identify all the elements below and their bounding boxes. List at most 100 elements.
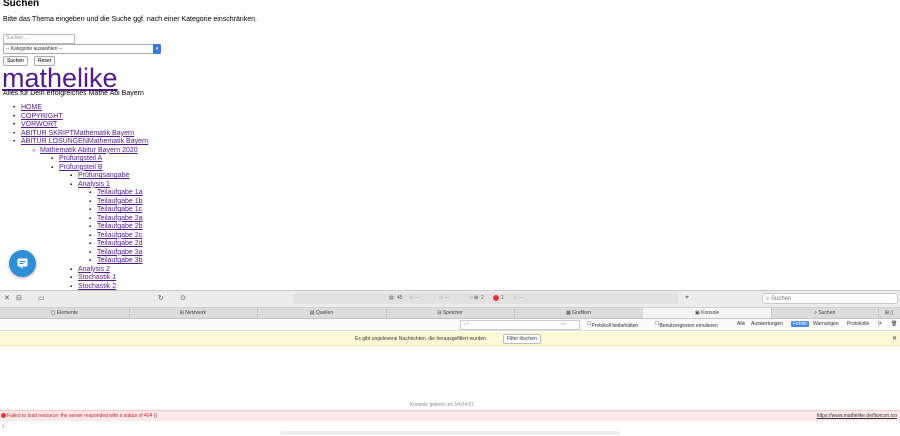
site-logo-link[interactable]: mathelike xyxy=(2,64,118,92)
category-select[interactable]: -- Kategorie auswählen -- ▾ xyxy=(3,44,161,54)
list-bullet: ▪ xyxy=(51,156,54,162)
nav-item: ▪ Teilaufgabe 2b xyxy=(0,223,148,232)
tab-grafiken[interactable]: ▦ Grafiken xyxy=(514,308,644,318)
site-tagline: Alles für Dein erfolgreiches Mathe Abi B… xyxy=(3,90,144,97)
horizontal-scrollbar[interactable] xyxy=(280,431,620,435)
list-bullet: ▪ xyxy=(70,173,73,179)
close-icon[interactable]: ✕ xyxy=(892,335,897,342)
nav-link[interactable]: Prüfungsangabe xyxy=(78,172,129,179)
tab-suchen[interactable]: ⌕ Suchen xyxy=(771,308,879,318)
tab-label: Speicher xyxy=(442,310,463,316)
nav-link[interactable]: Teilaufgabe 1a xyxy=(97,189,143,196)
trash-icon[interactable]: 🗑 xyxy=(891,321,897,327)
nav-link[interactable]: Analysis 2 xyxy=(78,266,110,273)
nav-link[interactable]: Prüfungsteil A xyxy=(59,155,102,162)
error-message: Failed to load resource: the server resp… xyxy=(7,413,158,419)
tab-elemente[interactable]: ▢ Elemente xyxy=(0,308,130,318)
filter-evaluations[interactable]: Auswertungen xyxy=(751,321,783,327)
list-bullet: ▪ xyxy=(89,190,92,196)
list-bullet: ▪ xyxy=(70,266,73,273)
nav-link[interactable]: HOME xyxy=(21,104,42,111)
search-description: Bitte das Thema eingeben und die Suche g… xyxy=(3,16,257,23)
preserve-log-checkbox[interactable]: ☐ Protokoll beibehalten xyxy=(587,321,638,329)
banner-text: Es gibt ungelesene Nachrichten, die hera… xyxy=(355,336,486,342)
split-icon[interactable]: ▭ xyxy=(38,294,45,302)
console-filter-input[interactable]: ⌕▾ ‹ › xyxy=(460,320,580,330)
nav-link[interactable]: Mathematik Abitur Bayern 2020 xyxy=(40,147,138,154)
nav-item: ▪ Teilaufgabe 2c xyxy=(0,232,148,241)
chat-button[interactable] xyxy=(9,250,36,277)
filter-all[interactable]: Alle xyxy=(737,321,745,327)
nav-link[interactable]: Teilaufgabe 1c xyxy=(97,206,142,213)
nav-link[interactable]: Teilaufgabe 3b xyxy=(97,257,143,264)
list-bullet: ▪ xyxy=(70,275,73,281)
error-icon xyxy=(493,295,499,301)
nav-link[interactable]: Teilaufgabe 2a xyxy=(97,215,143,222)
list-bullet: ▪ xyxy=(89,241,92,247)
nav-item: ▪ Teilaufgabe 2a xyxy=(0,215,148,224)
nav-item: • ABITUR SKRIPTMathematik Bayern xyxy=(0,130,148,139)
nav-link[interactable]: VORWORT xyxy=(21,121,57,128)
search-input[interactable]: Suchen ... xyxy=(3,34,75,44)
list-bullet: • xyxy=(13,130,16,137)
list-bullet: • xyxy=(13,105,16,111)
clear-filter-button[interactable]: Filter löschen xyxy=(503,334,541,344)
dock-icon[interactable]: ⊟ xyxy=(16,294,22,302)
close-icon[interactable]: ✕ xyxy=(4,294,10,302)
resource-status-bar: ▤ 45 ⊙ — ⊙ — ⊙ — ⊠ 2 1 ⚠ — xyxy=(293,293,678,304)
category-select-value: -- Kategorie auswählen -- xyxy=(6,46,63,52)
nav-link[interactable]: Teilaufgabe 2b xyxy=(97,223,143,230)
nav-link[interactable]: Analysis 1 xyxy=(78,181,110,188)
nav-link[interactable]: ABITUR SKRIPTMathematik Bayern xyxy=(21,130,134,137)
download-icon[interactable]: ⊙ xyxy=(180,294,186,302)
filter-logs[interactable]: Protokolle xyxy=(847,321,869,327)
nav-link[interactable]: Teilaufgabe 1b xyxy=(97,198,143,205)
list-bullet: • xyxy=(13,122,16,128)
inspector-toolbar: ✕ ⊟ ▭ ↻ ⊙ ▤ 45 ⊙ — ⊙ — ⊙ — ⊠ 2 1 ⚠ — ⌖ ⌕… xyxy=(0,291,900,308)
nav-item: ▪ Teilaufgabe 1a xyxy=(0,189,148,198)
doc-icon: ▤ xyxy=(389,295,394,301)
nav-link[interactable]: Stochastik 2 xyxy=(78,283,116,290)
list-bullet: ▪ xyxy=(89,224,92,230)
nav-item: ▪ Teilaufgabe 1c xyxy=(0,206,148,215)
filter-warnings[interactable]: Warnungen xyxy=(813,321,839,327)
nav-item: ▪ Analysis 1 xyxy=(0,181,148,190)
nav-item: • VORWORT xyxy=(0,121,148,130)
list-bullet: • xyxy=(13,139,16,145)
list-bullet: ▪ xyxy=(89,215,92,222)
list-bullet: ▪ xyxy=(89,207,92,213)
error-source-link[interactable]: https://www.mathelike.de/favicon.ico xyxy=(817,413,897,419)
nav-item: ▪ Prüfungsangabe xyxy=(0,172,148,181)
nav-item: ▪ Stochastik 2 xyxy=(0,283,148,291)
nav-item: ▪ Teilaufgabe 1b xyxy=(0,198,148,207)
nav-link[interactable]: Teilaufgabe 2c xyxy=(97,232,142,239)
inspector-tabs: ▢ Elemente ⊞ Netzwerk ▤ Quellen ⊟ Speicher ▦… xyxy=(0,308,900,319)
tab-label: Quellen xyxy=(315,310,334,316)
nav-item: ▪ Prüfungsteil A xyxy=(0,155,148,164)
emulate-gestures-checkbox[interactable]: ☐ Benutzergesten emulieren xyxy=(655,321,718,329)
nav-link[interactable]: Stochastik 1 xyxy=(78,274,116,281)
nav-link[interactable]: Teilaufgabe 3a xyxy=(97,249,143,256)
console-cleared-message: Konsole geleert um 14:04:57 xyxy=(410,402,474,408)
nav-link[interactable]: ABITUR LÖSUNGENMathematik Bayern xyxy=(21,138,148,145)
target-icon[interactable]: ⌖ xyxy=(685,294,689,302)
refresh-icon[interactable]: ⟳ xyxy=(878,321,882,327)
nav-link[interactable]: COPYRIGHT xyxy=(21,113,63,120)
list-bullet: ▪ xyxy=(70,181,73,188)
tab-konsole[interactable]: ▣ Konsole xyxy=(642,308,773,318)
reload-icon[interactable]: ↻ xyxy=(158,294,164,302)
filter-errors[interactable]: Fehler xyxy=(791,321,810,327)
nav-link[interactable]: Teilaufgabe 2d xyxy=(97,240,143,247)
console-prompt[interactable]: › xyxy=(2,423,4,430)
nav-item: ▪ Prüfungsteil B xyxy=(0,164,148,173)
tab-overflow-icon[interactable]: ⊞ ▯ xyxy=(878,308,900,318)
nav-link[interactable]: Prüfungsteil B xyxy=(59,164,103,171)
tab-netzwerk[interactable]: ⊞ Netzwerk xyxy=(129,308,259,318)
list-bullet: ▪ xyxy=(51,164,54,171)
errors-count: 1 xyxy=(501,295,504,301)
inspector-search-input[interactable]: ⌕ Suchen xyxy=(762,293,898,304)
web-inspector: ✕ ⊟ ▭ ↻ ⊙ ▤ 45 ⊙ — ⊙ — ⊙ — ⊠ 2 1 ⚠ — ⌖ ⌕… xyxy=(0,290,900,436)
console-error-row: Failed to load resource: the server resp… xyxy=(0,410,900,421)
tab-quellen[interactable]: ▤ Quellen xyxy=(257,308,387,318)
tab-speicher[interactable]: ⊟ Speicher xyxy=(386,308,516,318)
